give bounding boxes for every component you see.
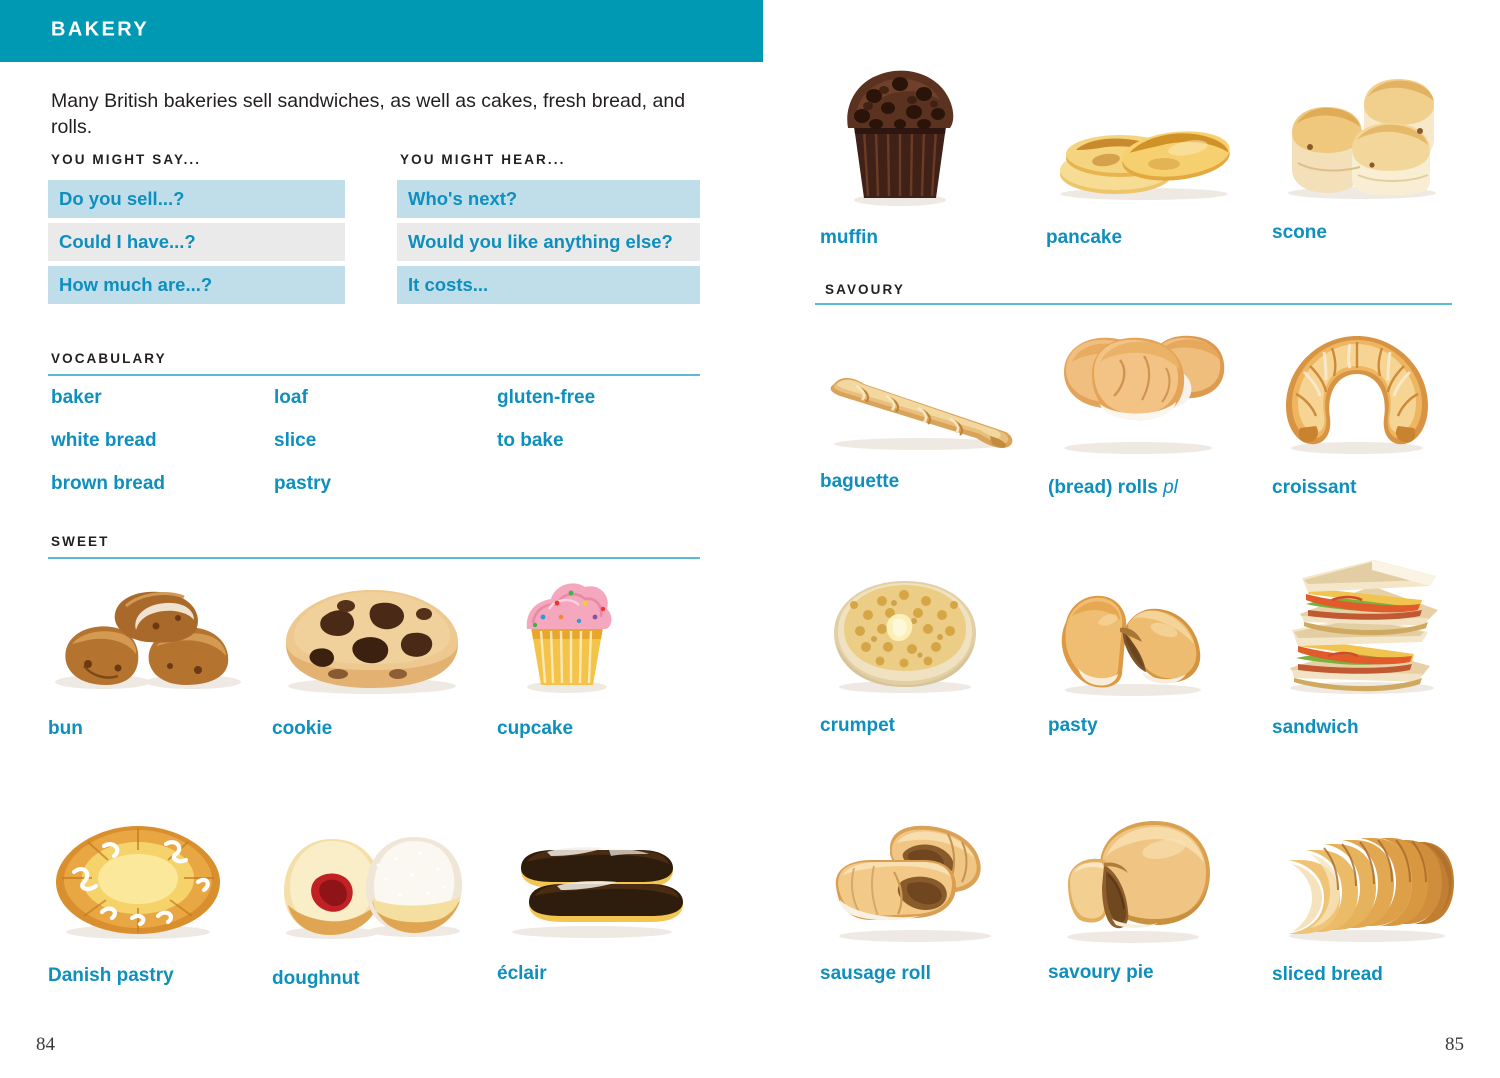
you-might-hear-list: Who's next? Would you like anything else… xyxy=(397,180,700,309)
sandwich-photo xyxy=(1290,560,1438,694)
vocab-item-baker: baker xyxy=(51,387,102,408)
caption-doughnut: doughnut xyxy=(272,968,360,989)
page-title: BAKERY xyxy=(51,18,150,41)
picture-cell-pasty: pasty xyxy=(1048,568,1218,736)
phrase-hear-2[interactable]: Would you like anything else? xyxy=(397,223,700,261)
scone-photo xyxy=(1288,79,1436,199)
page-number-left: 84 xyxy=(36,1034,55,1055)
vocab-item-white-bread: white bread xyxy=(51,430,157,451)
caption-muffin: muffin xyxy=(820,227,879,248)
eclair-photo xyxy=(512,847,683,938)
picture-cell-baguette: baguette xyxy=(820,370,1020,492)
picture-cell-muffin: muffin xyxy=(820,62,980,248)
caption-sandwich: sandwich xyxy=(1272,717,1359,738)
caption-bread-rolls-text: (bread) rolls xyxy=(1048,477,1158,498)
caption-baguette: baguette xyxy=(820,471,900,492)
bun-photo xyxy=(55,591,241,689)
caption-pasty: pasty xyxy=(1048,715,1098,736)
vocabulary-heading: VOCABULARY xyxy=(51,351,167,366)
caption-croissant: croissant xyxy=(1272,477,1357,498)
picture-cell-danish-pastry: Danish pastry xyxy=(48,820,228,986)
caption-pancake: pancake xyxy=(1046,227,1123,248)
picture-cell-eclair: éclair xyxy=(497,838,687,984)
page-number-right: 85 xyxy=(1445,1034,1464,1055)
picture-cell-crumpet: crumpet xyxy=(820,575,990,736)
caption-bread-rolls: (bread) rolls pl xyxy=(1048,477,1178,499)
pancake-photo xyxy=(1060,131,1230,200)
muffin-photo xyxy=(847,70,954,206)
savoury-rule xyxy=(815,303,1452,305)
pasty-photo xyxy=(1061,595,1201,696)
caption-cupcake: cupcake xyxy=(497,718,574,739)
phrase-say-2[interactable]: Could I have...? xyxy=(48,223,345,261)
picture-cell-sausage-roll: sausage roll xyxy=(820,818,1010,984)
sliced-bread-photo xyxy=(1288,838,1454,942)
phrase-say-1[interactable]: Do you sell...? xyxy=(48,180,345,218)
caption-bread-rolls-plural-marker: pl xyxy=(1163,477,1178,498)
picture-cell-scone: scone xyxy=(1272,75,1452,243)
caption-cookie: cookie xyxy=(272,718,333,739)
picture-cell-sliced-bread: sliced bread xyxy=(1272,828,1462,985)
caption-scone: scone xyxy=(1272,222,1327,243)
you-might-hear-heading: YOU MIGHT HEAR... xyxy=(400,152,566,167)
vocab-item-slice: slice xyxy=(274,430,317,451)
baguette-photo xyxy=(830,378,1013,450)
sausage-roll-photo xyxy=(835,825,991,942)
caption-crumpet: crumpet xyxy=(820,715,895,736)
intro-paragraph: Many British bakeries sell sandwiches, a… xyxy=(51,90,686,139)
phrase-hear-1[interactable]: Who's next? xyxy=(397,180,700,218)
phrase-hear-3[interactable]: It costs... xyxy=(397,266,700,304)
picture-cell-cupcake: cupcake xyxy=(497,565,637,739)
sweet-heading: SWEET xyxy=(51,534,110,549)
vocabulary-rule xyxy=(48,374,700,376)
picture-cell-sandwich: sandwich xyxy=(1272,560,1452,738)
sweet-rule xyxy=(48,557,700,559)
savoury-pie-photo xyxy=(1067,821,1210,943)
you-might-say-heading: YOU MIGHT SAY... xyxy=(51,152,202,167)
cupcake-photo xyxy=(526,583,612,693)
picture-cell-doughnut: doughnut xyxy=(272,835,472,989)
caption-sausage-roll: sausage roll xyxy=(820,963,931,984)
vocab-item-gluten-free: gluten-free xyxy=(497,387,596,408)
vocab-item-to-bake: to bake xyxy=(497,430,564,451)
caption-eclair: éclair xyxy=(497,963,547,984)
bread-rolls-photo xyxy=(1064,335,1225,454)
danish-pastry-photo xyxy=(56,826,220,939)
croissant-photo xyxy=(1286,336,1428,454)
caption-sliced-bread: sliced bread xyxy=(1272,964,1383,985)
caption-savoury-pie: savoury pie xyxy=(1048,962,1154,983)
savoury-heading: SAVOURY xyxy=(825,282,905,297)
caption-danish-pastry: Danish pastry xyxy=(48,965,174,986)
vocab-item-pastry: pastry xyxy=(274,473,332,494)
vocab-item-brown-bread: brown bread xyxy=(51,473,166,494)
phrase-say-3[interactable]: How much are...? xyxy=(48,266,345,304)
picture-cell-bun: bun xyxy=(48,580,248,739)
you-might-say-list: Do you sell...? Could I have...? How muc… xyxy=(48,180,345,309)
picture-cell-pancake: pancake xyxy=(1046,112,1242,248)
cookie-photo xyxy=(286,590,458,694)
book-spread: BAKERY Many British bakeries sell sandwi… xyxy=(0,0,1500,1078)
picture-cell-croissant: croissant xyxy=(1272,330,1442,498)
picture-cell-savoury-pie: savoury pie xyxy=(1048,815,1218,983)
crumpet-photo xyxy=(834,581,976,693)
doughnut-photo xyxy=(284,837,463,939)
caption-bun: bun xyxy=(48,718,83,739)
picture-cell-bread-rolls: (bread) rolls pl xyxy=(1048,330,1228,498)
vocab-item-loaf: loaf xyxy=(274,387,308,408)
picture-cell-cookie: cookie xyxy=(272,578,472,739)
